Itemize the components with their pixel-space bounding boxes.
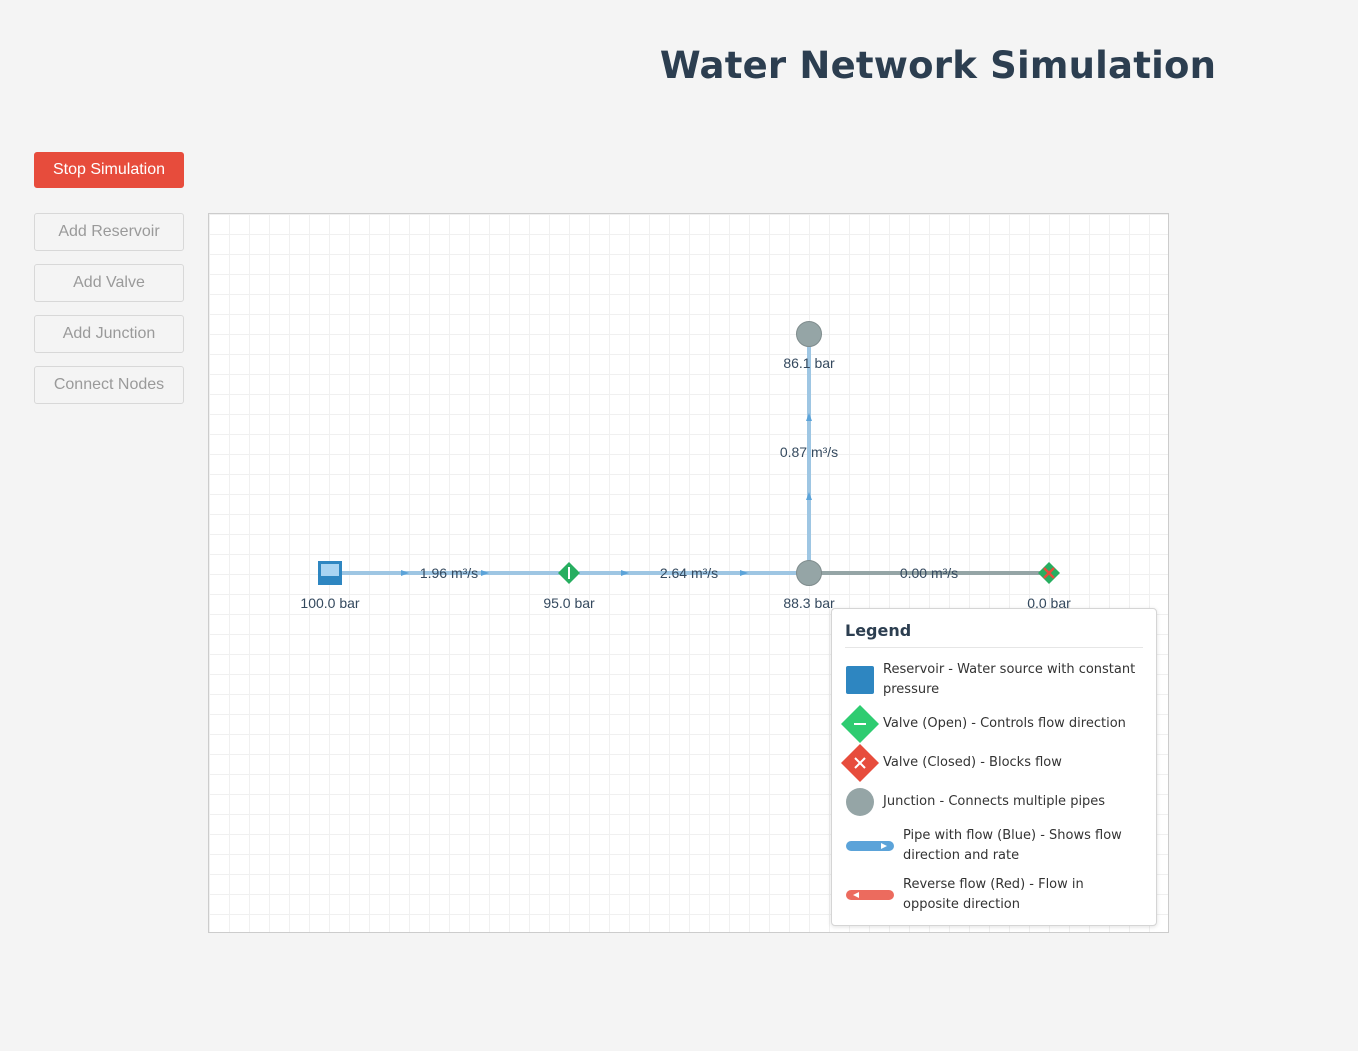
valve-closed-icon <box>841 744 879 782</box>
legend-item: Reservoir - Water source with constant p… <box>845 660 1143 700</box>
junction-icon <box>845 787 875 817</box>
legend-item: Reverse flow (Red) - Flow in opposite di… <box>845 875 1143 915</box>
connect-nodes-button[interactable]: Connect Nodes <box>34 366 184 404</box>
legend-item-label: Junction - Connects multiple pipes <box>883 794 1106 809</box>
valve-closed-node[interactable] <box>1038 562 1060 584</box>
pipe-flow-icon <box>845 836 895 856</box>
legend-item-label: Pipe with flow (Blue) - Shows flow direc… <box>903 828 1122 863</box>
pipe-flow-label: 1.96 m³/s <box>420 565 478 581</box>
legend-item: Valve (Closed) - Blocks flow <box>841 744 1143 782</box>
add-valve-button[interactable]: Add Valve <box>34 264 184 302</box>
legend-item: Valve (Open) - Controls flow direction <box>841 705 1143 743</box>
node-pressure-label: 88.3 bar <box>783 595 835 611</box>
pipe-flow-label: 0.87 m³/s <box>780 444 838 460</box>
stop-simulation-button[interactable]: Stop Simulation <box>34 152 184 188</box>
page-title: Water Network Simulation <box>659 44 1217 87</box>
legend-item-label: Reverse flow (Red) - Flow in opposite di… <box>903 877 1084 912</box>
node-pressure-label: 100.0 bar <box>300 595 359 611</box>
valve-open-node[interactable] <box>558 562 580 584</box>
pipe-flow-label: 0.00 m³/s <box>900 565 958 581</box>
legend-item-label: Reservoir - Water source with constant p… <box>883 662 1136 697</box>
reservoir-icon <box>845 665 875 695</box>
pipe-reverse-icon <box>845 885 895 905</box>
junction-node[interactable] <box>796 321 822 347</box>
node-pressure-label: 86.1 bar <box>783 355 835 371</box>
node-pressure-label: 95.0 bar <box>543 595 595 611</box>
legend-item: Pipe with flow (Blue) - Shows flow direc… <box>845 826 1143 866</box>
legend-title: Legend <box>845 621 1143 648</box>
junction-node[interactable] <box>796 560 822 586</box>
pipe-flow-label: 2.64 m³/s <box>660 565 718 581</box>
legend-item-label: Valve (Open) - Controls flow direction <box>883 716 1126 731</box>
legend-item: Junction - Connects multiple pipes <box>845 787 1143 817</box>
legend-panel: Legend Reservoir - Water source with con… <box>831 608 1157 926</box>
add-reservoir-button[interactable]: Add Reservoir <box>34 213 184 251</box>
reservoir-node[interactable] <box>318 561 342 585</box>
valve-open-icon <box>841 705 879 743</box>
legend-item-label: Valve (Closed) - Blocks flow <box>883 755 1062 770</box>
add-junction-button[interactable]: Add Junction <box>34 315 184 353</box>
